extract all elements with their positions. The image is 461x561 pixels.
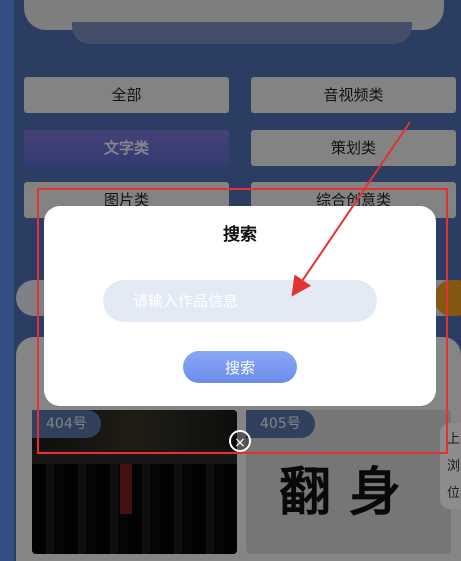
annotation-arrow [291,121,411,297]
